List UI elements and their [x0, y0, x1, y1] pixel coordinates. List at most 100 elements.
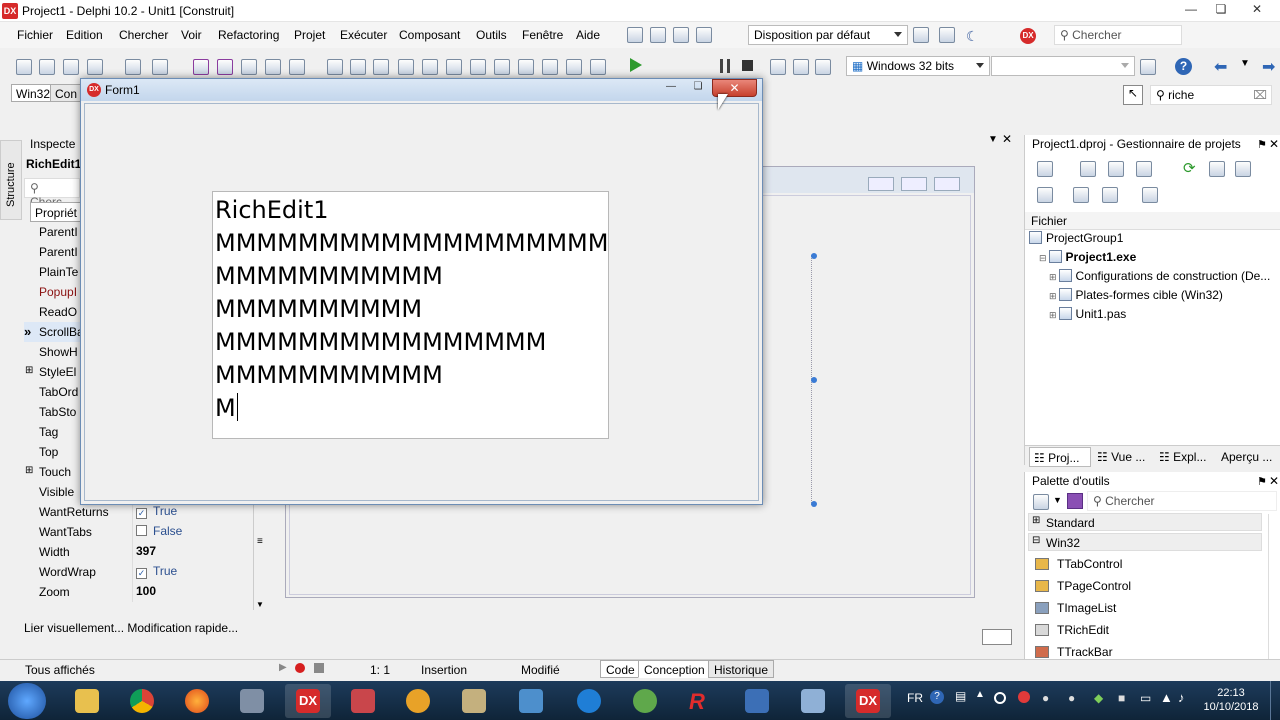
menu-projet[interactable]: Projet [294, 28, 325, 42]
menu-outils[interactable]: Outils [476, 28, 507, 42]
palette-item[interactable]: TPageControl [1035, 577, 1265, 597]
menu-composant[interactable]: Composant [399, 28, 460, 42]
help-tray-icon[interactable]: ? [930, 690, 944, 704]
start-button[interactable] [8, 683, 46, 719]
trace-into-icon[interactable] [793, 59, 809, 75]
menu-voir[interactable]: Voir [181, 28, 202, 42]
forward-arrow-icon[interactable]: ➡ [1262, 57, 1275, 77]
add-folder-icon[interactable] [1080, 161, 1096, 177]
selection-handle[interactable] [811, 377, 817, 383]
menu-fichier[interactable]: Fichier [17, 28, 53, 42]
open-icon[interactable] [63, 59, 79, 75]
language-indicator[interactable]: FR [907, 691, 923, 705]
ide-search-input[interactable]: ⚲ Chercher [1054, 25, 1182, 45]
align-right-icon[interactable] [373, 59, 389, 75]
platform-combo[interactable]: ▦ Windows 32 bits [846, 56, 990, 76]
category-win32[interactable]: ⊟ Win32 [1028, 533, 1262, 551]
tree-node[interactable]: ⊞ Plates-formes cible (Win32) [1049, 288, 1223, 302]
expand-icon[interactable] [1235, 161, 1251, 177]
usb-tray-icon[interactable]: ■ [1118, 691, 1125, 705]
categories-icon[interactable] [1033, 494, 1049, 510]
expand-icon[interactable]: ⊞ [1049, 272, 1057, 282]
expand-icon[interactable]: ⊞ [25, 465, 33, 476]
view-icon[interactable] [1136, 161, 1152, 177]
save-layout-icon[interactable] [913, 27, 929, 43]
remove-file-icon[interactable] [289, 59, 305, 75]
align-center-icon[interactable] [350, 59, 366, 75]
snap-grid-icon[interactable] [494, 59, 510, 75]
taskbar-keyboard[interactable] [508, 684, 554, 718]
battery-tray-icon[interactable]: ▭ [1140, 691, 1151, 705]
clear-icon[interactable]: ⌧ [1253, 88, 1267, 102]
checkbox[interactable]: ✓ [136, 508, 147, 519]
tab-win32[interactable]: Win32 [11, 84, 56, 102]
checkbox[interactable]: ✓ [136, 568, 147, 579]
size-icon[interactable] [518, 59, 534, 75]
taskbar-explorer[interactable] [64, 684, 110, 718]
taskbar-app[interactable] [340, 684, 386, 718]
chevron-down-icon[interactable]: ▼ [988, 134, 998, 145]
alert-tray-icon[interactable] [1018, 691, 1030, 703]
tray-app-icon[interactable]: ● [1068, 691, 1075, 705]
volume-tray-icon[interactable]: ♪ [1178, 690, 1185, 705]
tree-node[interactable]: ⊞ Unit1.pas [1049, 307, 1126, 321]
run-icon[interactable] [630, 58, 642, 72]
tray-app-icon[interactable]: ● [1042, 691, 1049, 705]
calendar-icon[interactable] [650, 27, 666, 43]
layout-manage-icon[interactable] [939, 27, 955, 43]
category-standard[interactable]: ⊞ Standard [1028, 513, 1262, 531]
form-preview-icon[interactable] [982, 629, 1012, 645]
taskbar-app[interactable]: R [678, 684, 724, 718]
taskbar-delphi-running[interactable]: DX [845, 684, 891, 718]
selection-handle[interactable] [811, 253, 817, 259]
taskbar-android-studio[interactable] [622, 684, 668, 718]
close-icon[interactable]: ✕ [1269, 474, 1279, 488]
cursor-select-icon[interactable] [1067, 493, 1083, 509]
reopen-icon[interactable] [152, 59, 168, 75]
list-icon[interactable] [1037, 187, 1053, 203]
package-icon[interactable] [125, 59, 141, 75]
menu-executer[interactable]: Exécuter [340, 28, 387, 42]
property-value[interactable]: ✓ True [136, 564, 177, 579]
property-row[interactable]: WantReturns ✓ True [24, 502, 264, 522]
new-items-icon[interactable] [39, 59, 55, 75]
align-middle-icon[interactable] [446, 59, 462, 75]
chevron-down-icon[interactable]: ▼ [1053, 495, 1062, 505]
import-icon[interactable] [696, 27, 712, 43]
rich-edit[interactable]: RichEdit1 MMMMMMMMMMMMMMMMMMM MMMMMMMMMMM M… [212, 191, 609, 439]
palette-search-input[interactable]: ⚲ Chercher [1087, 491, 1277, 511]
minimize-button[interactable]: — [1176, 0, 1206, 20]
taskbar-app[interactable] [734, 684, 780, 718]
scale-icon[interactable] [542, 59, 558, 75]
stop-icon[interactable] [314, 663, 324, 673]
wifi-tray-icon[interactable]: ▲ [1160, 690, 1173, 705]
close-icon[interactable]: ✕ [1269, 137, 1279, 151]
platforms-icon[interactable] [1142, 187, 1158, 203]
record-icon[interactable] [295, 663, 305, 673]
creation-order-icon[interactable] [590, 59, 606, 75]
collapse-icon[interactable]: ⊟ [1039, 253, 1047, 263]
inspector-search-input[interactable]: ⚲ Cherc [24, 178, 80, 209]
tray-expand-icon[interactable]: ▲ [975, 689, 985, 700]
property-value[interactable]: 100 [136, 584, 156, 598]
property-row[interactable]: WordWrap ✓ True [24, 562, 264, 582]
selection-handle[interactable] [811, 501, 817, 507]
help-chat-icon[interactable] [673, 27, 689, 43]
taskbar-chrome[interactable] [119, 684, 165, 718]
deploy-icon[interactable] [1140, 59, 1156, 75]
save-icon[interactable] [193, 59, 209, 75]
show-desktop-button[interactable] [1270, 681, 1280, 720]
property-row[interactable]: WantTabs False [24, 522, 264, 542]
circle-tray-icon[interactable] [994, 692, 1006, 704]
add-to-project-icon[interactable] [241, 59, 257, 75]
component-search-input[interactable]: ⚲ riche ⌧ [1150, 85, 1272, 105]
menu-chercher[interactable]: Chercher [119, 28, 168, 42]
expand-icon[interactable]: ⊞ [1049, 310, 1057, 320]
palette-item[interactable]: TImageList [1035, 599, 1265, 619]
build-icon[interactable] [1073, 187, 1089, 203]
tree-node[interactable]: ProjectGroup1 [1029, 231, 1123, 245]
moon-icon[interactable]: ☾ [966, 28, 979, 45]
close-icon[interactable]: ✕ [1002, 132, 1012, 146]
menu-aide[interactable]: Aide [576, 28, 600, 42]
pin-icon[interactable]: ⚑ [1257, 475, 1267, 488]
